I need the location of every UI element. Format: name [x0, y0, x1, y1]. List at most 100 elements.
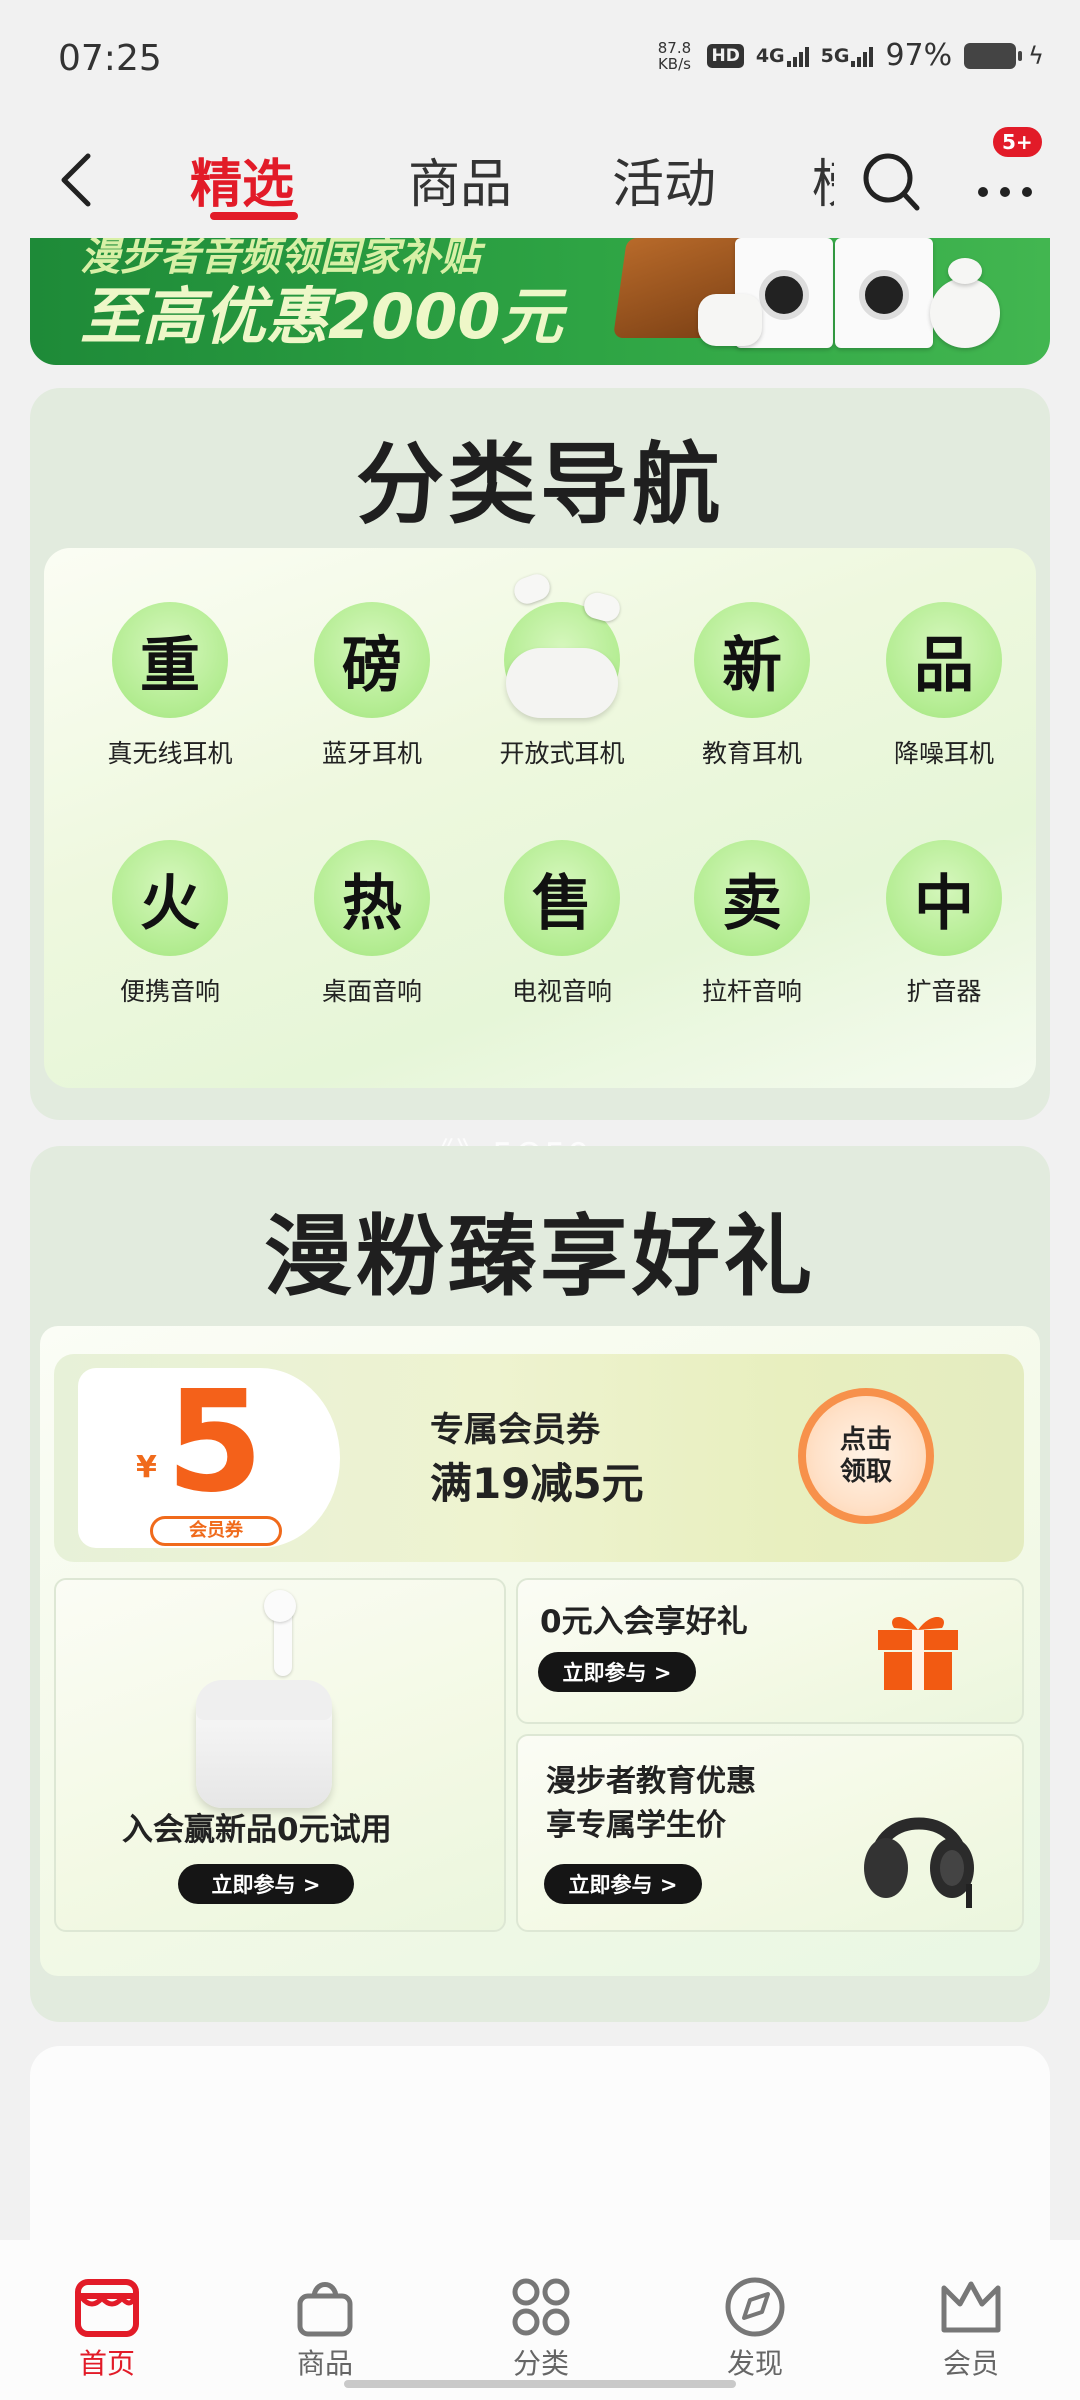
bottom-nav-label: 发现 — [726, 2347, 783, 2380]
category-glyph: 热 — [314, 840, 430, 956]
coupon-rule: 满19减5元 — [430, 1459, 644, 1508]
net-speed-value: 87.8 — [657, 38, 692, 57]
earbuds-image — [930, 278, 1000, 348]
category-label: 蓝牙耳机 — [321, 739, 422, 768]
category-item[interactable]: 品 降噪耳机 — [859, 602, 1029, 770]
category-glyph: 卖 — [694, 840, 810, 956]
category-glyph: 品 — [886, 602, 1002, 718]
bag-icon — [297, 2282, 353, 2337]
search-button[interactable] — [855, 140, 925, 220]
category-label: 开放式耳机 — [499, 739, 625, 768]
earbud-image — [948, 258, 982, 284]
more-icon[interactable] — [970, 160, 1040, 210]
category-glyph: 火 — [112, 840, 228, 956]
category-nav-section: 分类导航 重 真无线耳机 磅 蓝牙耳机 开放式耳机 新 教育耳机 品 降噪耳机 — [30, 388, 1050, 1120]
coupon-currency: ¥ — [136, 1450, 157, 1485]
category-item[interactable]: 新 教育耳机 — [667, 602, 837, 770]
category-item[interactable]: 火 便携音响 — [85, 840, 255, 1008]
member-gifts-card: ¥ 5 会员券 专属会员券 满19减5元 点击 领取 入会赢新品0元试用 立即参… — [40, 1326, 1040, 1976]
category-label: 电视音响 — [511, 977, 612, 1006]
join-card[interactable]: 0元入会享好礼 立即参与 > — [516, 1578, 1024, 1724]
open-earbuds-image — [504, 570, 623, 718]
category-item[interactable]: 中 扩音器 — [859, 840, 1029, 1008]
trial-join-button[interactable]: 立即参与 > — [178, 1864, 354, 1904]
next-section-card — [30, 2046, 1050, 2246]
claim-label-line1: 点击 — [839, 1425, 892, 1455]
trial-text: 入会赢新品0元试用 — [122, 1812, 392, 1848]
category-glyph: 中 — [886, 840, 1002, 956]
status-time: 07:25 — [58, 38, 162, 79]
category-nav-title: 分类导航 — [355, 433, 724, 536]
signal-4g-icon: 4G — [756, 45, 809, 67]
claim-coupon-button[interactable]: 点击 领取 — [798, 1388, 934, 1524]
join-button[interactable]: 立即参与 > — [538, 1652, 696, 1692]
bottom-nav: 首页 商品 分类 发现 会员 — [0, 2240, 1080, 2400]
category-item[interactable]: 售 电视音响 — [477, 840, 647, 1008]
back-arrow-icon[interactable] — [50, 148, 110, 212]
member-gifts-title: 漫粉臻享好礼 — [263, 1205, 816, 1308]
speaker-image — [835, 238, 933, 348]
category-item[interactable]: 开放式耳机 — [477, 570, 647, 770]
category-glyph: 重 — [112, 602, 228, 718]
crown-icon — [941, 2281, 1001, 2333]
member-gifts-section: 漫粉臻享好礼 ¥ 5 会员券 专属会员券 满19减5元 点击 领取 入会赢新品0 — [30, 1146, 1050, 2022]
category-item[interactable]: 磅 蓝牙耳机 — [287, 602, 457, 770]
bottom-nav-member[interactable]: 会员 — [906, 2276, 1036, 2382]
headphones-image — [864, 1817, 974, 1908]
battery-icon — [964, 42, 1023, 69]
education-card[interactable]: 漫步者教育优惠 享专属学生价 立即参与 > — [516, 1734, 1024, 1932]
tab-products[interactable]: 商品 — [408, 142, 512, 217]
notification-badge: 5+ — [990, 124, 1045, 160]
join-text: 0元入会享好礼 — [540, 1604, 748, 1640]
bottom-nav-label: 首页 — [78, 2347, 135, 2380]
member-coupon[interactable]: ¥ 5 会员券 专属会员券 满19减5元 点击 领取 — [54, 1354, 1024, 1562]
category-glyph: 新 — [694, 602, 810, 718]
bottom-nav-discover[interactable]: 发现 — [690, 2276, 820, 2382]
category-item[interactable]: 卖 拉杆音响 — [667, 840, 837, 1008]
edu-text-line2: 享专属学生价 — [546, 1808, 726, 1843]
coupon-stub: ¥ 5 会员券 — [78, 1368, 340, 1548]
category-grid: 重 真无线耳机 磅 蓝牙耳机 开放式耳机 新 教育耳机 品 降噪耳机 火 便携音… — [44, 548, 1036, 1088]
category-glyph: 售 — [504, 840, 620, 956]
category-item[interactable]: 重 真无线耳机 — [85, 602, 255, 770]
signal-5g-icon: 5G — [821, 45, 874, 67]
category-item[interactable]: 热 桌面音响 — [287, 840, 457, 1008]
tab-active-indicator — [210, 212, 298, 220]
category-label: 拉杆音响 — [701, 977, 802, 1006]
tab-featured[interactable]: 精选 — [190, 142, 294, 217]
bottom-nav-products[interactable]: 商品 — [260, 2276, 390, 2382]
tab-activities[interactable]: 活动 — [612, 142, 716, 217]
bottom-nav-label: 分类 — [512, 2347, 569, 2380]
category-label: 真无线耳机 — [107, 739, 233, 768]
bottom-nav-home[interactable]: 首页 — [42, 2276, 172, 2382]
earbud-head-image — [264, 1590, 296, 1622]
search-icon — [863, 153, 920, 211]
net-4g-label: 4G — [755, 44, 785, 67]
category-glyph: 磅 — [314, 602, 430, 718]
status-icons: 87.8 KB/s HD 4G 5G 97% ϟ — [653, 38, 1044, 73]
grid-icon — [512, 2278, 570, 2336]
bottom-nav-categories[interactable]: 分类 — [476, 2276, 606, 2382]
edu-join-button[interactable]: 立即参与 > — [544, 1864, 702, 1904]
net-speed: 87.8 KB/s — [653, 40, 695, 72]
tab-ranking[interactable]: 榜 — [812, 142, 834, 217]
home-indicator[interactable] — [344, 2380, 736, 2388]
coupon-amount: 5 — [166, 1361, 264, 1524]
store-icon — [75, 2279, 139, 2337]
category-label: 降噪耳机 — [893, 739, 994, 768]
bottom-nav-label: 会员 — [942, 2347, 999, 2380]
edu-text-line1: 漫步者教育优惠 — [546, 1764, 756, 1799]
coupon-title: 专属会员券 — [430, 1410, 600, 1450]
bottom-nav-label: 商品 — [296, 2347, 353, 2380]
gift-icon — [878, 1616, 958, 1690]
earbuds-case-image — [698, 294, 762, 346]
trial-card[interactable]: 入会赢新品0元试用 立即参与 > — [54, 1578, 506, 1932]
category-label: 便携音响 — [119, 977, 220, 1006]
promo-banner[interactable]: 漫步者音频领国家补贴 至高优惠2000元 — [30, 238, 1050, 365]
category-label: 桌面音响 — [321, 977, 422, 1006]
top-nav: 精选 商品 活动 榜 5+ — [0, 120, 1080, 240]
net-speed-unit: KB/s — [657, 54, 691, 73]
battery-percent: 97% — [885, 38, 953, 73]
hd-icon: HD — [707, 43, 744, 68]
category-label: 教育耳机 — [701, 739, 802, 768]
